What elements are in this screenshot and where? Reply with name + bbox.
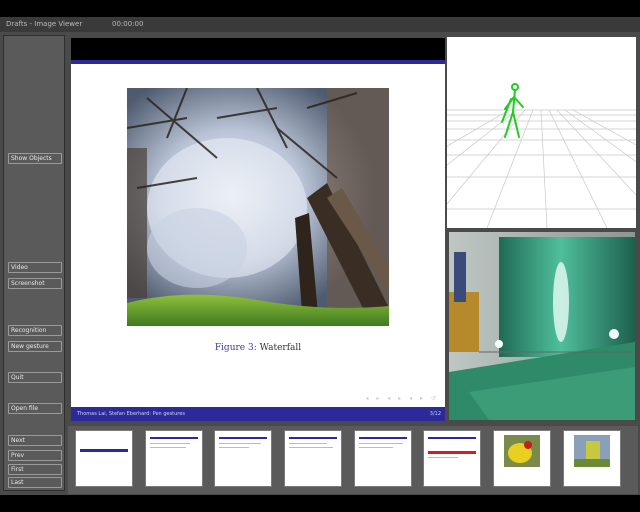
camera-video-feed[interactable] [449, 232, 635, 420]
footer-page: 3/12 [429, 411, 441, 417]
quit-button[interactable]: Quit [8, 372, 62, 383]
slide-header-bar [71, 38, 445, 60]
slide-header-stripe [71, 60, 445, 64]
screenshot-button[interactable]: Screenshot [8, 278, 62, 289]
thumbnail-4[interactable] [284, 430, 342, 487]
thumb-image-blue [574, 435, 610, 467]
waterfall-picture [127, 88, 389, 326]
skeleton-grid-render [447, 83, 636, 228]
figure-caption: Figure 3: Waterfall [71, 343, 445, 353]
thumb-header [359, 437, 407, 439]
thumb-image-yellow [504, 435, 540, 467]
beamer-nav-icons[interactable]: ◂ ▸ ◂ ▸ ◂ ▸ ↺ [365, 395, 439, 402]
title-bar: Drafts - Image Viewer 00:00:00 [0, 17, 640, 32]
thumb-line [289, 447, 333, 448]
camera-frame [449, 232, 635, 420]
first-button-visible[interactable]: First [8, 464, 62, 475]
slide-thumbnail-strip [68, 426, 638, 494]
thumbnail-3[interactable] [214, 430, 272, 487]
thumbnail-6[interactable] [423, 430, 481, 487]
thumb-line [150, 447, 186, 448]
thumb-line [219, 447, 249, 448]
thumbnail-7[interactable] [493, 430, 551, 487]
thumb-line [359, 443, 403, 444]
new-gesture-button[interactable]: New gesture [8, 341, 62, 352]
thumb-header [150, 437, 198, 439]
thumbnail-1[interactable] [75, 430, 133, 487]
thumb-red-line [428, 451, 476, 454]
thumb-header [428, 437, 476, 439]
sidebar: Show Objects Video Screenshot Recognitio… [3, 35, 65, 491]
slide-view[interactable]: Figure 3: Waterfall ◂ ▸ ◂ ▸ ◂ ▸ ↺ Thomas… [71, 38, 445, 421]
thumb-line [428, 457, 458, 458]
thumbnail-5[interactable] [354, 430, 412, 487]
slide-footer: Thomas Lai, Stefan Eberhard: Pen gesture… [71, 407, 445, 421]
thumbnail-2[interactable] [145, 430, 203, 487]
window-title: Drafts - Image Viewer [6, 20, 83, 28]
footer-left: Thomas Lai, Stefan Eberhard: Pen gesture… [77, 411, 185, 417]
thumb-line [359, 447, 393, 448]
last-button[interactable]: Last [8, 477, 62, 488]
recognition-button[interactable]: Recognition [8, 325, 62, 336]
prev-button[interactable]: Prev [8, 450, 62, 461]
thumb-line [289, 443, 327, 444]
next-button[interactable]: Next [8, 435, 62, 446]
thumb-line [219, 443, 261, 444]
app-window: Drafts - Image Viewer 00:00:00 Show Obje… [0, 17, 640, 495]
figure-caption-text: Waterfall [259, 343, 302, 353]
show-objects-button[interactable]: Show Objects [8, 153, 62, 164]
thumb-line [150, 443, 190, 444]
video-button[interactable]: Video [8, 262, 62, 273]
thumb-title-bar [80, 449, 128, 452]
window-title-right: 00:00:00 [112, 20, 144, 28]
skeleton-3d-view[interactable] [447, 37, 636, 228]
open-file-button[interactable]: Open file [8, 403, 62, 414]
thumb-header [289, 437, 337, 439]
thumbnail-8[interactable] [563, 430, 621, 487]
figure-label: Figure 3: [214, 343, 257, 353]
waterfall-image [127, 88, 389, 326]
thumb-header [219, 437, 267, 439]
